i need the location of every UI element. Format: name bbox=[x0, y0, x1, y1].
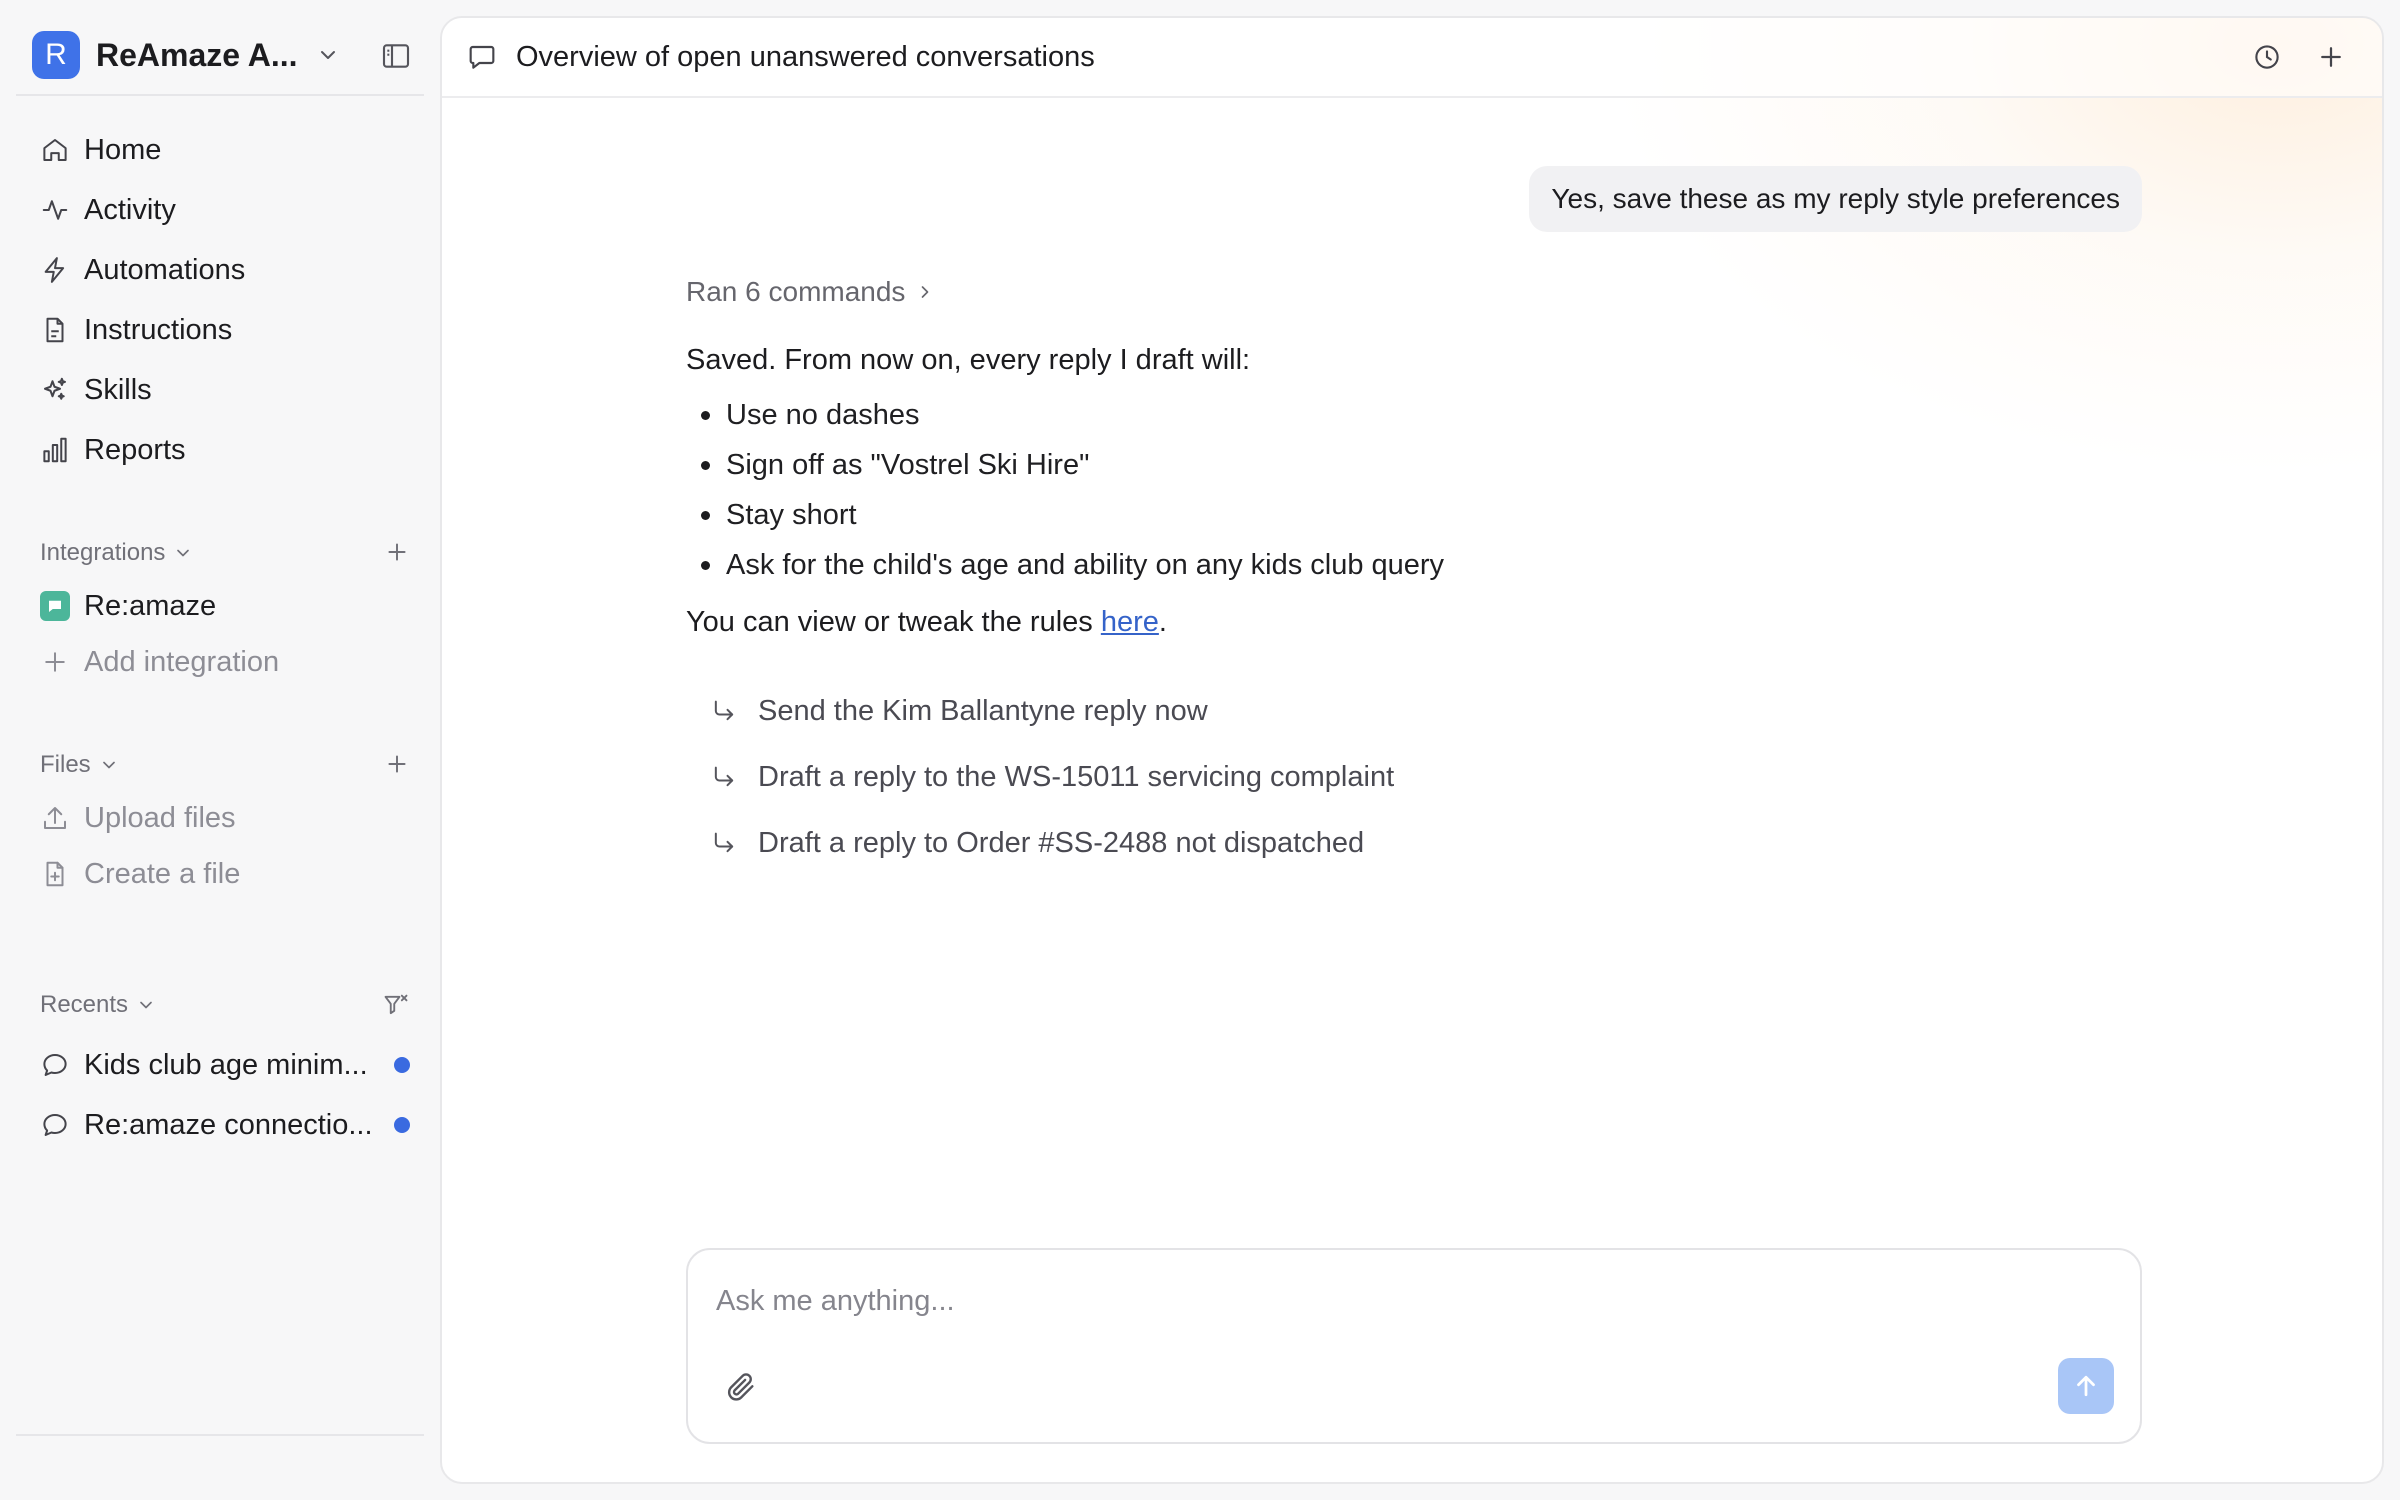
sidebar-divider bbox=[16, 1434, 424, 1436]
suggestion-label: Send the Kim Ballantyne reply now bbox=[758, 694, 1208, 727]
chevron-down-icon[interactable] bbox=[316, 43, 340, 67]
nav-label: Activity bbox=[84, 193, 176, 226]
reply-arrow-icon bbox=[710, 697, 758, 725]
reply-arrow-icon bbox=[710, 763, 758, 791]
nav-item-reports[interactable]: Reports bbox=[24, 420, 416, 480]
message-input[interactable] bbox=[716, 1276, 2096, 1326]
recent-item-label: Re:amaze connectio... bbox=[84, 1108, 373, 1141]
nav-item-instructions[interactable]: Instructions bbox=[24, 300, 416, 360]
chevron-right-icon bbox=[905, 282, 935, 302]
document-icon bbox=[40, 315, 70, 345]
user-message-bubble: Yes, save these as my reply style prefer… bbox=[1529, 166, 2142, 232]
reply-outro-suffix: . bbox=[1158, 606, 1167, 638]
suggestion-item[interactable]: Draft a reply to the WS-15011 servicing … bbox=[686, 744, 1986, 810]
reply-bullet: Stay short bbox=[686, 490, 1986, 540]
create-file-button[interactable]: Create a file bbox=[40, 849, 420, 899]
nav-label: Reports bbox=[84, 433, 186, 466]
upload-files-label: Upload files bbox=[84, 801, 236, 834]
add-integration-plus-icon[interactable] bbox=[384, 539, 410, 565]
nav-item-automations[interactable]: Automations bbox=[24, 240, 416, 300]
nav-label: Home bbox=[84, 133, 162, 166]
integration-item-reamaze[interactable]: Re:amaze bbox=[40, 581, 420, 631]
reply-bullet-list: Use no dashes Sign off as "Vostrel Ski H… bbox=[686, 390, 1986, 590]
message-composer bbox=[686, 1248, 2142, 1444]
upload-icon bbox=[40, 803, 70, 833]
nav-item-skills[interactable]: Skills bbox=[24, 360, 416, 420]
suggestion-item[interactable]: Draft a reply to Order #SS-2488 not disp… bbox=[686, 810, 1986, 876]
rules-link[interactable]: here bbox=[1101, 606, 1159, 638]
chat-bubble-icon bbox=[40, 1110, 70, 1140]
history-clock-icon[interactable] bbox=[2252, 42, 2282, 72]
new-chat-plus-icon[interactable] bbox=[2316, 42, 2346, 72]
suggestion-label: Draft a reply to Order #SS-2488 not disp… bbox=[758, 826, 1365, 859]
nav-label: Automations bbox=[84, 253, 246, 286]
chevron-down-icon bbox=[136, 995, 156, 1015]
suggestion-label: Draft a reply to the WS-15011 servicing … bbox=[758, 760, 1395, 793]
integrations-section-header[interactable]: Integrations bbox=[40, 533, 410, 573]
filter-icon[interactable] bbox=[382, 991, 410, 1019]
nav-item-activity[interactable]: Activity bbox=[24, 180, 416, 240]
ran-commands-toggle[interactable]: Ran 6 commands bbox=[686, 274, 1986, 310]
reply-bullet: Use no dashes bbox=[686, 390, 1986, 440]
add-file-plus-icon[interactable] bbox=[384, 751, 410, 777]
workspace-name[interactable]: ReAmaze A... bbox=[96, 37, 298, 74]
reply-bullet: Ask for the child's age and ability on a… bbox=[686, 540, 1986, 590]
plus-icon bbox=[40, 647, 70, 677]
ran-commands-label: Ran 6 commands bbox=[686, 276, 906, 307]
main-nav: Home Activity Automations Instructions S… bbox=[24, 120, 416, 480]
chat-bubble-icon bbox=[466, 41, 498, 73]
add-integration-label: Add integration bbox=[84, 645, 280, 678]
new-file-icon bbox=[40, 859, 70, 889]
arrow-up-icon bbox=[2077, 1375, 2095, 1397]
chat-header: Overview of open unanswered conversation… bbox=[442, 18, 2382, 98]
home-icon bbox=[40, 135, 70, 165]
recent-item[interactable]: Re:amaze connectio... bbox=[40, 1100, 420, 1150]
unread-dot bbox=[394, 1117, 410, 1133]
bar-chart-icon bbox=[40, 435, 70, 465]
reply-intro: Saved. From now on, every reply I draft … bbox=[686, 344, 1251, 376]
send-button[interactable] bbox=[2058, 1358, 2114, 1414]
reply-arrow-icon bbox=[710, 829, 758, 857]
chevron-down-icon bbox=[173, 543, 193, 563]
lightning-icon bbox=[40, 255, 70, 285]
paperclip-icon[interactable] bbox=[724, 1370, 758, 1404]
add-integration-button[interactable]: Add integration bbox=[40, 637, 420, 687]
unread-dot bbox=[394, 1057, 410, 1073]
recent-item[interactable]: Kids club age minim... bbox=[40, 1040, 420, 1090]
create-file-label: Create a file bbox=[84, 857, 241, 890]
suggestion-item[interactable]: Send the Kim Ballantyne reply now bbox=[686, 678, 1986, 744]
reply-outro-text: You can view or tweak the rules bbox=[686, 606, 1101, 638]
recent-item-label: Kids club age minim... bbox=[84, 1048, 368, 1081]
integration-label: Re:amaze bbox=[84, 589, 217, 622]
upload-files-button[interactable]: Upload files bbox=[40, 793, 420, 843]
reamaze-logo-icon bbox=[40, 591, 70, 621]
sidebar-toggle-icon[interactable] bbox=[380, 40, 412, 72]
sidebar: R ReAmaze A... Home Activity Automations bbox=[0, 0, 440, 1500]
chat-bubble-icon bbox=[40, 1050, 70, 1080]
nav-label: Instructions bbox=[84, 313, 233, 346]
suggested-followups: Send the Kim Ballantyne reply now Draft … bbox=[686, 678, 1986, 876]
workspace-header: R ReAmaze A... bbox=[16, 16, 424, 96]
nav-label: Skills bbox=[84, 373, 152, 406]
conversation-title: Overview of open unanswered conversation… bbox=[516, 40, 1095, 73]
activity-icon bbox=[40, 195, 70, 225]
assistant-message: Ran 6 commands Saved. From now on, every… bbox=[686, 274, 1986, 876]
sparkle-icon bbox=[40, 375, 70, 405]
section-title: Integrations bbox=[40, 539, 166, 566]
files-section-header[interactable]: Files bbox=[40, 745, 410, 785]
chat-panel: Overview of open unanswered conversation… bbox=[440, 16, 2384, 1484]
nav-item-home[interactable]: Home bbox=[24, 120, 416, 180]
reply-bullet: Sign off as "Vostrel Ski Hire" bbox=[686, 440, 1986, 490]
workspace-avatar[interactable]: R bbox=[32, 31, 80, 79]
recents-section-header[interactable]: Recents bbox=[40, 985, 410, 1025]
reply-outro: You can view or tweak the rules here. bbox=[686, 602, 1986, 642]
chevron-down-icon bbox=[99, 755, 119, 775]
section-title: Recents bbox=[40, 991, 129, 1018]
section-title: Files bbox=[40, 751, 91, 778]
